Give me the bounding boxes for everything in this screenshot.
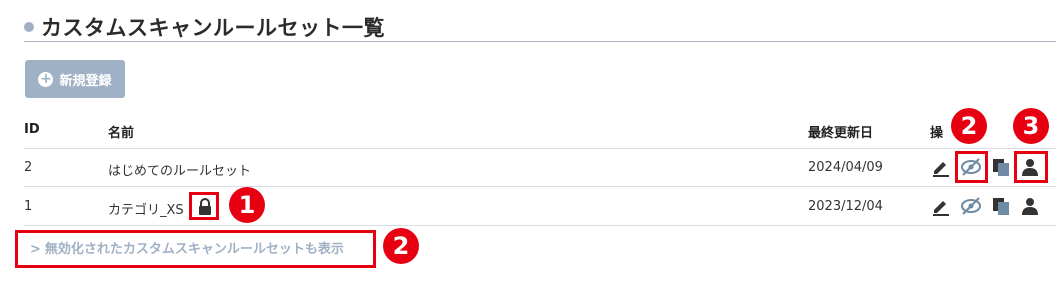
row-id: 1 [24,199,33,214]
user-icon[interactable] [1019,195,1041,217]
plus-circle-icon: + [38,70,54,87]
column-header-id: ID [24,122,40,137]
copy-icon[interactable] [990,195,1012,217]
column-header-actions: 操 [930,126,944,141]
page-title: カスタムスキャンルールセット一覧 [41,16,385,40]
annotation-box-user [1014,151,1048,183]
annotation-badge-2: 2 [951,108,987,144]
header-divider [24,148,1056,149]
row-divider [24,186,1056,187]
edit-icon[interactable] [930,195,952,217]
annotation-box-lock [189,192,219,220]
edit-icon[interactable] [930,156,952,178]
annotation-badge-1: 1 [229,187,265,223]
annotation-box-show-disabled [15,230,376,268]
row-divider [24,225,1056,226]
row-name[interactable]: はじめてのルールセット [108,160,251,179]
new-registration-label: 新規登録 [59,73,112,89]
row-updated: 2023/12/04 [808,199,883,214]
column-header-name: 名前 [108,126,135,141]
row-updated: 2024/04/09 [808,160,883,175]
annotation-badge-2-bottom: 2 [383,228,419,264]
visibility-off-icon[interactable] [960,195,982,217]
new-registration-button[interactable]: + 新規登録 [25,60,125,98]
column-header-updated: 最終更新日 [808,126,874,141]
annotation-box-visibility [955,151,988,183]
page-header: カスタムスキャンルールセット一覧 [24,8,1056,42]
row-name[interactable]: カテゴリ_XS [108,199,184,218]
annotation-badge-3: 3 [1013,108,1049,144]
copy-icon[interactable] [990,156,1012,178]
title-bullet-icon [24,22,34,32]
row-id: 2 [24,160,33,175]
